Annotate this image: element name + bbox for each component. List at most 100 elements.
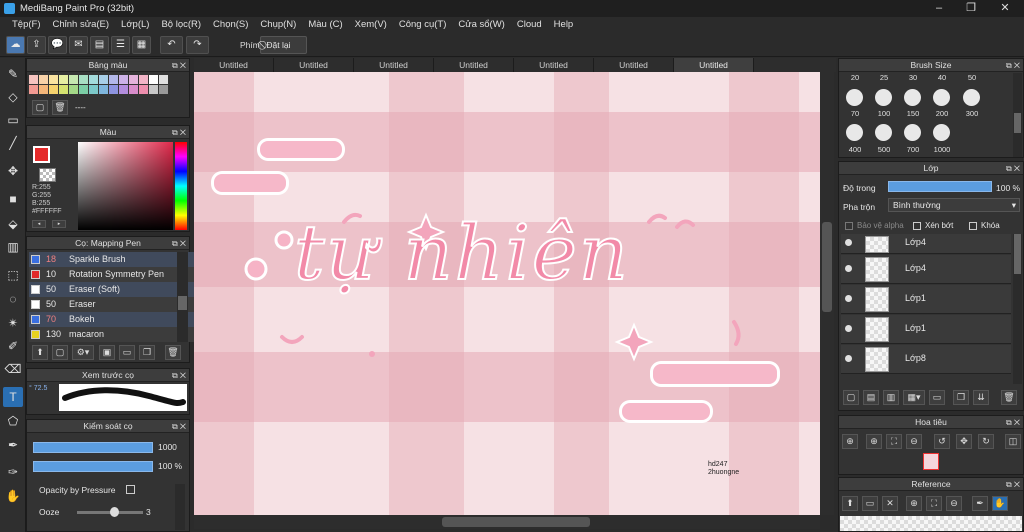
reference-eyedropper-icon[interactable]: ✒ bbox=[972, 496, 988, 511]
divide-tool-icon[interactable]: ⬠ bbox=[3, 411, 23, 431]
menu-layer[interactable]: Lớp(L) bbox=[115, 17, 155, 33]
drawing-canvas[interactable]: tự nhiên hd247 2huongne bbox=[194, 72, 820, 515]
panel-close-icon[interactable]: ⧉ ✕ bbox=[172, 126, 186, 139]
comment-icon[interactable]: 💬 bbox=[48, 36, 67, 54]
new-layer-icon[interactable]: ▢ bbox=[843, 390, 859, 405]
reference-zoom-in-icon[interactable]: ⊕ bbox=[906, 496, 922, 511]
eye-icon[interactable] bbox=[845, 325, 852, 332]
bucket-tool-icon[interactable]: ⬙ bbox=[3, 214, 23, 234]
reference-folder-icon[interactable]: ▭ bbox=[862, 496, 878, 511]
brush-item[interactable]: 50 Eraser (Soft) bbox=[29, 282, 197, 297]
navigator-thumbnail[interactable] bbox=[923, 453, 939, 470]
gradient-tool-icon[interactable]: ▥ bbox=[3, 237, 23, 257]
layer-menu-icon[interactable]: ▦▾ bbox=[903, 390, 925, 405]
brush-tool-icon[interactable]: ✎ bbox=[3, 64, 23, 84]
menu-filter[interactable]: Bộ lọc(R) bbox=[155, 17, 207, 33]
brush-list-scrollbar[interactable] bbox=[177, 252, 188, 342]
zoom-fit-icon[interactable]: ⊕ bbox=[842, 434, 858, 449]
layer-row[interactable]: Lớp1 bbox=[841, 285, 1011, 314]
brush-opacity-slider[interactable] bbox=[33, 461, 153, 472]
zoom-in-icon[interactable]: ⊕ bbox=[866, 434, 882, 449]
ooze-slider[interactable] bbox=[77, 507, 143, 517]
eye-icon[interactable] bbox=[845, 355, 852, 362]
menu-select[interactable]: Chọn(S) bbox=[207, 17, 254, 33]
menu-view[interactable]: Xem(V) bbox=[349, 17, 393, 33]
menu-window[interactable]: Cửa sổ(W) bbox=[452, 17, 510, 33]
reference-canvas[interactable] bbox=[840, 516, 1022, 531]
tab-untitled[interactable]: Untitled bbox=[194, 58, 274, 72]
layer-row[interactable]: Lớp4 bbox=[841, 234, 1011, 254]
canvas-horizontal-scrollbar[interactable] bbox=[194, 515, 820, 529]
panel-close-icon[interactable]: ⧉ ✕ bbox=[172, 420, 186, 433]
tab-untitled[interactable]: Untitled bbox=[434, 58, 514, 72]
eraser-tool-icon[interactable]: ◇ bbox=[3, 87, 23, 107]
select-pen-icon[interactable]: ✐ bbox=[3, 336, 23, 356]
layer-row[interactable]: Lớp4 bbox=[841, 255, 1011, 284]
minimize-button[interactable]: – bbox=[924, 1, 954, 16]
document-icon[interactable]: ▤ bbox=[90, 36, 109, 54]
brush-size-preset[interactable] bbox=[933, 124, 950, 141]
move-tool-icon[interactable]: ✥ bbox=[3, 161, 23, 181]
panel-close-icon[interactable]: ⧉ ✕ bbox=[172, 237, 186, 250]
reset-rotation-icon[interactable]: ✥ bbox=[956, 434, 972, 449]
horizontal-scroll-thumb[interactable] bbox=[442, 517, 590, 527]
grid-icon[interactable]: ▦ bbox=[132, 36, 151, 54]
blend-mode-select[interactable]: Bình thường ▾ bbox=[888, 198, 1020, 212]
fit-window-icon[interactable]: ⛶ bbox=[886, 434, 902, 449]
select-eraser-icon[interactable]: ⌫ bbox=[3, 359, 23, 379]
maximize-button[interactable]: ❐ bbox=[956, 1, 986, 16]
reference-zoom-out-icon[interactable]: ⊖ bbox=[946, 496, 962, 511]
reference-close-icon[interactable]: ✕ bbox=[882, 496, 898, 511]
palette-swatches[interactable] bbox=[29, 75, 175, 97]
color-mode-button[interactable]: ◂ bbox=[32, 220, 46, 228]
tab-untitled[interactable]: Untitled bbox=[274, 58, 354, 72]
delete-layer-icon[interactable]: 🗑 bbox=[1001, 390, 1017, 405]
brush-item[interactable]: 70 Bokeh bbox=[29, 312, 197, 327]
brush-image-icon[interactable]: ▣ bbox=[99, 345, 115, 360]
menu-color[interactable]: Màu (C) bbox=[302, 17, 348, 33]
flip-icon[interactable]: ◫ bbox=[1005, 434, 1021, 449]
reference-fit-icon[interactable]: ⛶ bbox=[926, 496, 942, 511]
canvas-vertical-scrollbar[interactable] bbox=[820, 72, 834, 515]
tab-untitled[interactable]: Untitled bbox=[594, 58, 674, 72]
rotate-right-icon[interactable]: ↻ bbox=[978, 434, 994, 449]
menu-file[interactable]: Tệp(F) bbox=[6, 17, 47, 33]
list-icon[interactable]: ☰ bbox=[111, 36, 130, 54]
panel-close-icon[interactable]: ⧉ ✕ bbox=[1006, 478, 1020, 491]
eye-icon[interactable] bbox=[845, 295, 852, 302]
brush-folder-icon[interactable]: ▭ bbox=[119, 345, 135, 360]
brush-size-preset[interactable] bbox=[904, 124, 921, 141]
brush-item[interactable]: 10 Rotation Symmetry Pen bbox=[29, 267, 197, 282]
brush-size-preset[interactable] bbox=[933, 89, 950, 106]
opacity-pressure-checkbox[interactable] bbox=[126, 485, 135, 494]
hand-tool-icon[interactable]: ✋ bbox=[3, 486, 23, 506]
cloud-icon[interactable]: ☁ bbox=[6, 36, 25, 54]
saturation-value-picker[interactable] bbox=[78, 142, 173, 230]
eye-icon[interactable] bbox=[845, 239, 852, 246]
new-layer-1bit-icon[interactable]: ▥ bbox=[883, 390, 899, 405]
reference-upload-icon[interactable]: ⬆ bbox=[842, 496, 858, 511]
layer-opacity-slider[interactable] bbox=[888, 181, 992, 192]
eye-icon[interactable] bbox=[845, 265, 852, 272]
menu-edit[interactable]: Chỉnh sửa(E) bbox=[47, 17, 116, 33]
reference-hand-icon[interactable]: ✋ bbox=[992, 496, 1008, 511]
merge-layer-icon[interactable]: ⇊ bbox=[973, 390, 989, 405]
close-button[interactable]: ✕ bbox=[990, 1, 1020, 16]
share-icon[interactable]: ⇪ bbox=[27, 36, 46, 54]
vertical-scroll-thumb[interactable] bbox=[822, 222, 832, 312]
brush-copy-icon[interactable]: ❐ bbox=[139, 345, 155, 360]
panel-close-icon[interactable]: ⧉ ✕ bbox=[1006, 416, 1020, 429]
tab-untitled[interactable]: Untitled bbox=[354, 58, 434, 72]
layer-row[interactable]: Lớp1 bbox=[841, 315, 1011, 344]
brush-settings-icon[interactable]: ⚙▾ bbox=[72, 345, 94, 360]
primary-color-swatch[interactable] bbox=[33, 146, 50, 163]
brush-size-preset[interactable] bbox=[904, 89, 921, 106]
zoom-out-icon[interactable]: ⊖ bbox=[906, 434, 922, 449]
secondary-color-swatch[interactable] bbox=[39, 168, 56, 182]
tab-untitled-active[interactable]: Untitled bbox=[674, 58, 754, 72]
new-palette-icon[interactable]: ▢ bbox=[32, 100, 48, 115]
protect-alpha-checkbox[interactable] bbox=[845, 222, 853, 230]
brush-size-preset[interactable] bbox=[846, 124, 863, 141]
panel-close-icon[interactable]: ⧉ ✕ bbox=[1006, 59, 1020, 72]
brush-item[interactable]: 18 Sparkle Brush bbox=[29, 252, 197, 267]
